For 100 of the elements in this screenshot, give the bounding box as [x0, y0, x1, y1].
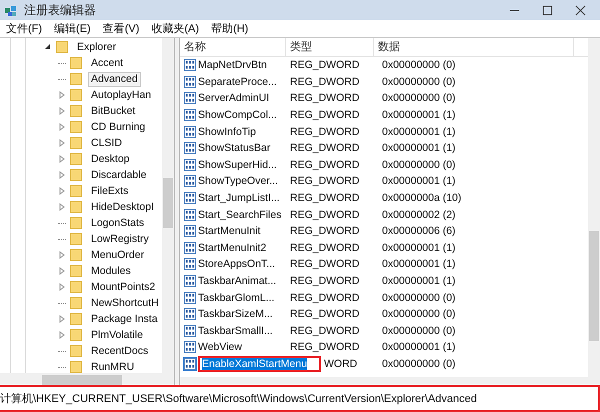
tree-item[interactable]: RecentDocs: [88, 344, 152, 358]
registry-path: 计算机\HKEY_CURRENT_USER\Software\Microsoft\Windows\CurrentVersion\Explorer\Advanced: [0, 392, 477, 406]
tree-item[interactable]: PlmVolatile: [88, 328, 146, 342]
expand-arrow-icon[interactable]: [58, 171, 66, 179]
value-name[interactable]: SeparateProce...: [198, 76, 277, 88]
binary-value-icon: [184, 92, 196, 104]
maximize-icon[interactable]: [542, 4, 553, 16]
value-name[interactable]: TaskbarSmallI...: [198, 324, 273, 337]
menu-item[interactable]: 收藏夹(A): [151, 21, 200, 36]
value-name[interactable]: Start_SearchFiles: [198, 208, 282, 221]
value-data: 0x00000001 (1): [381, 242, 457, 254]
tree-item[interactable]: CLSID: [88, 136, 125, 150]
tree-item[interactable]: HideDesktopI: [88, 200, 158, 214]
binary-value-icon: [184, 59, 196, 72]
menu-item[interactable]: 编辑(E): [54, 21, 91, 36]
binary-value-icon: [184, 158, 196, 171]
folder-icon: [70, 313, 82, 325]
value-type: REG_DWORD: [289, 324, 360, 337]
value-type: REG_DWORD: [289, 109, 360, 122]
expand-arrow-icon[interactable]: [58, 91, 66, 99]
close-icon[interactable]: [575, 4, 586, 16]
expand-arrow-icon[interactable]: [58, 123, 66, 131]
rename-field[interactable]: EnableXamlStartMenu: [198, 356, 322, 372]
value-name[interactable]: TaskbarGlomL...: [198, 292, 274, 304]
value-data: 0x00000000 (0): [381, 158, 457, 171]
value-type: REG_DWORD: [289, 292, 360, 304]
value-type: REG_DWORD: [289, 341, 360, 354]
menu-item[interactable]: 帮助(H): [211, 21, 248, 36]
value-name[interactable]: ShowCompCol...: [198, 109, 277, 122]
value-type: REG_DWORD: [289, 126, 360, 138]
value-name[interactable]: ShowTypeOver...: [198, 175, 278, 188]
value-data: 0x00000000 (0): [381, 358, 457, 370]
tree-item[interactable]: BitBucket: [88, 104, 138, 118]
column-header[interactable]: 数据: [374, 38, 574, 56]
value-name[interactable]: ShowSuperHid...: [198, 158, 277, 171]
value-data: 0x00000006 (6): [381, 225, 457, 238]
value-type: REG_DWORD: [289, 158, 360, 171]
expand-arrow-icon[interactable]: [58, 139, 66, 147]
tree-item[interactable]: Desktop: [88, 152, 133, 166]
expand-arrow-icon[interactable]: [58, 315, 66, 323]
binary-value-icon: [184, 142, 196, 154]
value-data: 0x00000002 (2): [381, 208, 457, 221]
value-type: REG_DWORD: [289, 192, 360, 204]
value-name[interactable]: TaskbarAnimat...: [198, 275, 276, 288]
folder-icon: [56, 41, 68, 53]
expand-arrow-icon[interactable]: [58, 155, 66, 163]
value-name[interactable]: ServerAdminUI: [198, 92, 270, 104]
folder-icon: [70, 57, 82, 69]
expand-arrow-icon[interactable]: [58, 251, 66, 259]
value-data: 0x00000001 (1): [381, 258, 457, 270]
value-name[interactable]: Start_JumpListI...: [198, 192, 280, 204]
value-data: 0x00000001 (1): [381, 175, 457, 188]
tree-item[interactable]: Discardable: [88, 168, 150, 182]
expand-arrow-icon[interactable]: [58, 283, 66, 291]
expanded-arrow-icon[interactable]: [44, 43, 52, 51]
binary-value-icon: [184, 175, 196, 188]
value-data: 0x00000001 (1): [381, 142, 457, 154]
value-name[interactable]: MapNetDrvBtn: [198, 59, 267, 72]
binary-value-icon: [184, 225, 196, 238]
tree-item[interactable]: Advanced: [88, 72, 141, 86]
value-name[interactable]: TaskbarSizeM...: [198, 308, 273, 320]
tree-item[interactable]: NewShortcutH: [88, 296, 162, 310]
expand-arrow-icon[interactable]: [58, 331, 66, 339]
tree-item[interactable]: Accent: [88, 56, 126, 70]
value-type: WORD: [323, 358, 358, 370]
value-name[interactable]: StoreAppsOnT...: [198, 258, 276, 270]
value-name[interactable]: StartMenuInit: [198, 225, 260, 238]
folder-icon: [70, 281, 82, 293]
tree-item[interactable]: Explorer: [74, 40, 120, 54]
tree-item[interactable]: LogonStats: [88, 216, 148, 230]
value-type: REG_DWORD: [289, 242, 360, 254]
tree-item[interactable]: FileExts: [88, 184, 132, 198]
value-name[interactable]: ShowStatusBar: [198, 142, 270, 154]
tree-item[interactable]: Package Insta: [88, 312, 161, 326]
column-header[interactable]: 名称: [180, 38, 286, 56]
tree-item[interactable]: CD Burning: [88, 120, 148, 134]
expand-arrow-icon[interactable]: [58, 187, 66, 195]
tree-item[interactable]: MountPoints2: [88, 280, 158, 294]
folder-icon: [70, 249, 82, 261]
value-type: REG_DWORD: [289, 92, 360, 104]
column-header[interactable]: 类型: [286, 38, 374, 56]
value-data: 0x00000000 (0): [381, 324, 457, 337]
expand-arrow-icon[interactable]: [58, 203, 66, 211]
value-name[interactable]: StartMenuInit2: [198, 242, 266, 254]
tree-item[interactable]: RunMRU: [88, 360, 138, 373]
tree-item[interactable]: LowRegistry: [88, 232, 152, 246]
binary-value-icon: [184, 109, 196, 122]
menu-item[interactable]: 查看(V): [102, 21, 140, 36]
binary-value-icon: [184, 192, 196, 204]
binary-value-icon: [184, 292, 196, 304]
value-name[interactable]: ShowInfoTip: [198, 126, 256, 138]
folder-icon: [70, 361, 82, 373]
expand-arrow-icon[interactable]: [58, 107, 66, 115]
tree-item[interactable]: MenuOrder: [88, 248, 148, 262]
folder-icon: [70, 121, 82, 133]
tree-item[interactable]: Modules: [88, 264, 134, 278]
value-name[interactable]: WebView: [198, 341, 242, 354]
expand-arrow-icon[interactable]: [58, 267, 66, 275]
tree-item[interactable]: AutoplayHan: [88, 88, 154, 102]
menu-item[interactable]: 文件(F): [6, 21, 42, 36]
